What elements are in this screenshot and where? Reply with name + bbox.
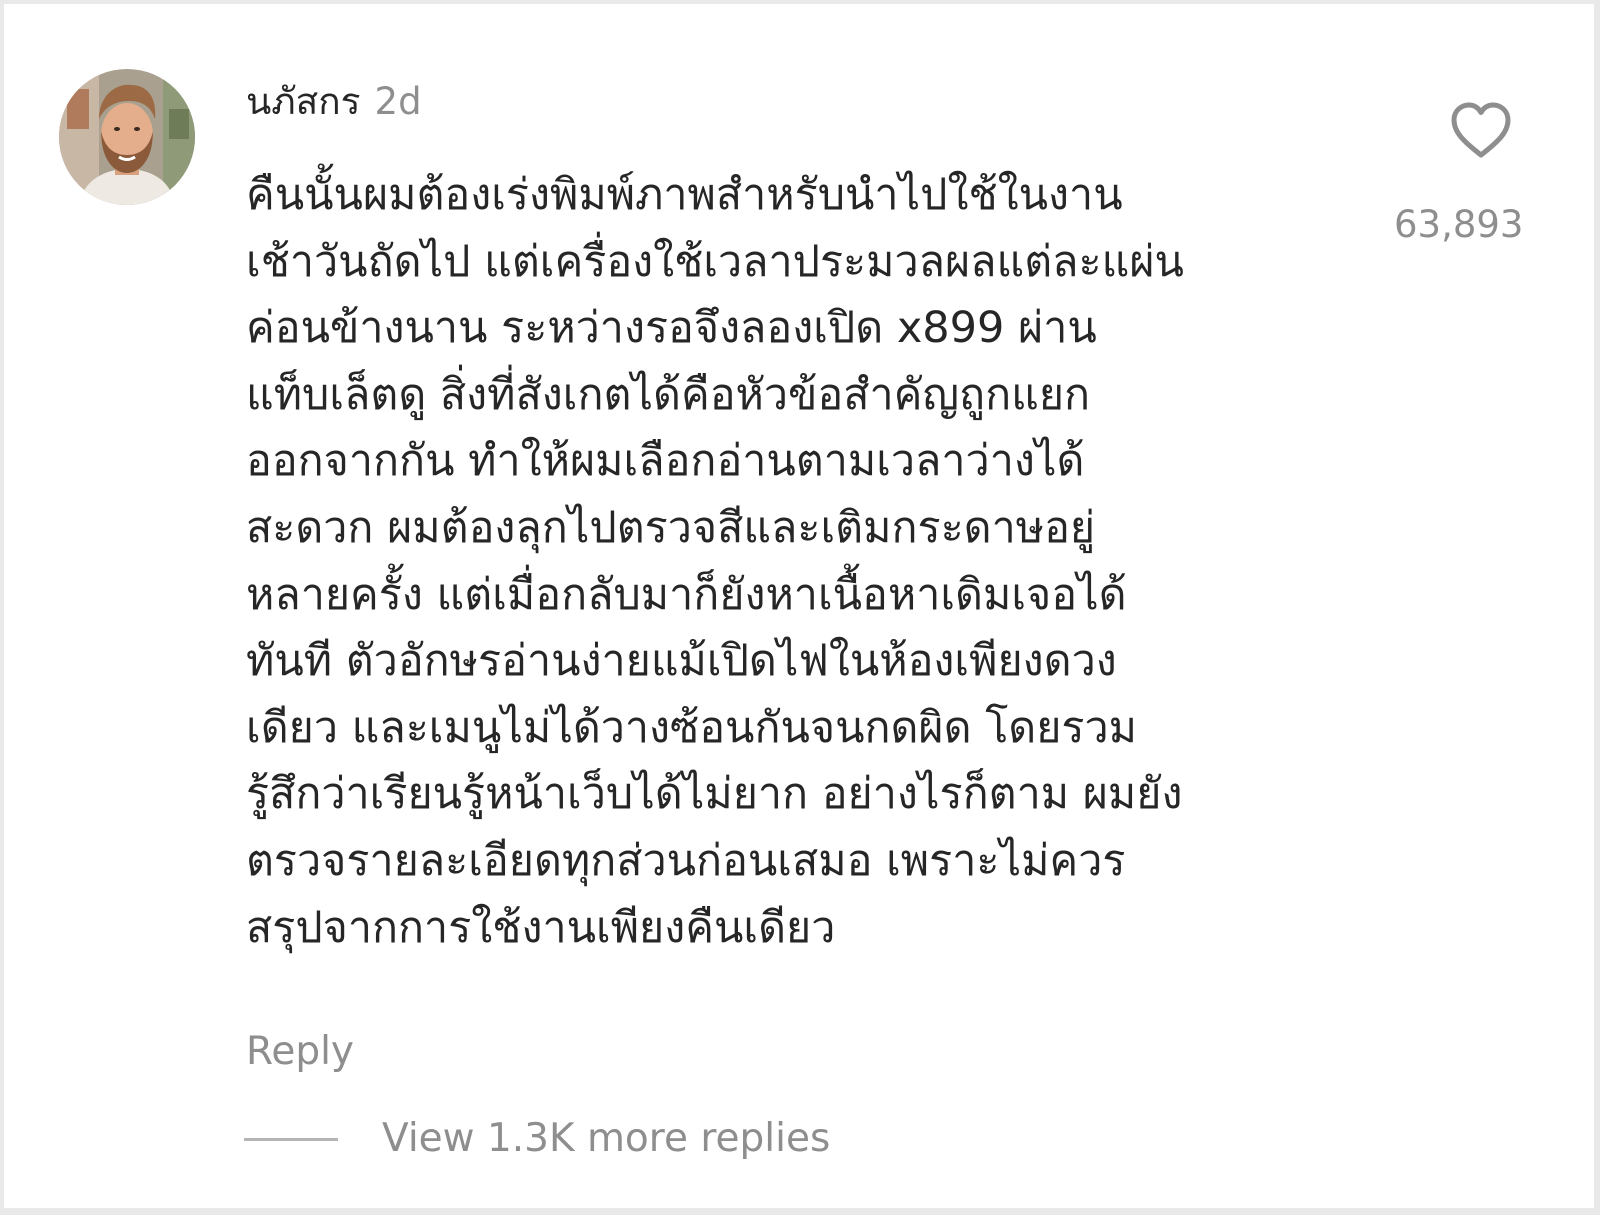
comment-text-line: รู้สึกว่าเรียนรู้หน้าเว็บได้ไม่ยาก อย่าง… [246,769,1183,820]
comment-text-line: ค่อนข้างนาน ระหว่างรอจึงลองเปิด x899 ผ่า… [246,303,1097,354]
comment-text-line: คืนนั้นผมต้องเร่งพิมพ์ภาพสำหรับนำไปใช้ใน… [246,170,1123,220]
comment-card: นภัสกร 2d คืนนั้นผมต้องเร่งพิมพ์ภาพสำหรับ… [4,4,1594,1208]
comment-header: นภัสกร 2d [246,77,422,127]
comment-text-line: แท็บเล็ตดู สิ่งที่สังเกตได้คือหัวข้อสำคั… [246,369,1091,420]
comment-text-line: สรุปจากการใช้งานเพียงคืนเดียว [246,902,836,953]
view-more-replies-button[interactable]: View 1.3K more replies [244,1112,830,1166]
heart-icon[interactable] [1449,101,1513,161]
replies-divider [244,1137,338,1141]
comment-text-line: ตรวจรายละเอียดทุกส่วนก่อนเสมอ เพราะไม่คว… [246,835,1126,886]
comment-text-line: ทันที ตัวอักษรอ่านง่ายแม้เปิดไฟในห้องเพี… [246,636,1117,687]
comment-text-line: หลายครั้ง แต่เมื่อกลับมาก็ยังหาเนื้อหาเด… [246,569,1127,620]
reply-button[interactable]: Reply [246,1027,354,1077]
comment-text-line: เดียว และเมนูไม่ได้วางซ้อนกันจนกดผิด โดย… [246,702,1138,753]
avatar[interactable] [59,69,195,205]
view-more-replies-label: View 1.3K more replies [382,1116,831,1161]
like-count: 63,893 [1394,203,1524,246]
comment-text-line: ออกจากกัน ทำให้ผมเลือกอ่านตามเวลาว่างได้ [246,436,1085,487]
comment-text-line: เช้าวันถัดไป แต่เครื่องใช้เวลาประมวลผลแต… [246,236,1184,287]
username[interactable]: นภัสกร [246,80,361,123]
avatar-image [59,69,195,205]
timestamp: 2d [374,80,422,123]
comment-text-line: สะดวก ผมต้องลุกไปตรวจสีและเติมกระดาษอยู่ [246,502,1096,553]
comment-text: คืนนั้นผมต้องเร่งพิมพ์ภาพสำหรับนำไปใช้ใน… [246,162,1356,961]
